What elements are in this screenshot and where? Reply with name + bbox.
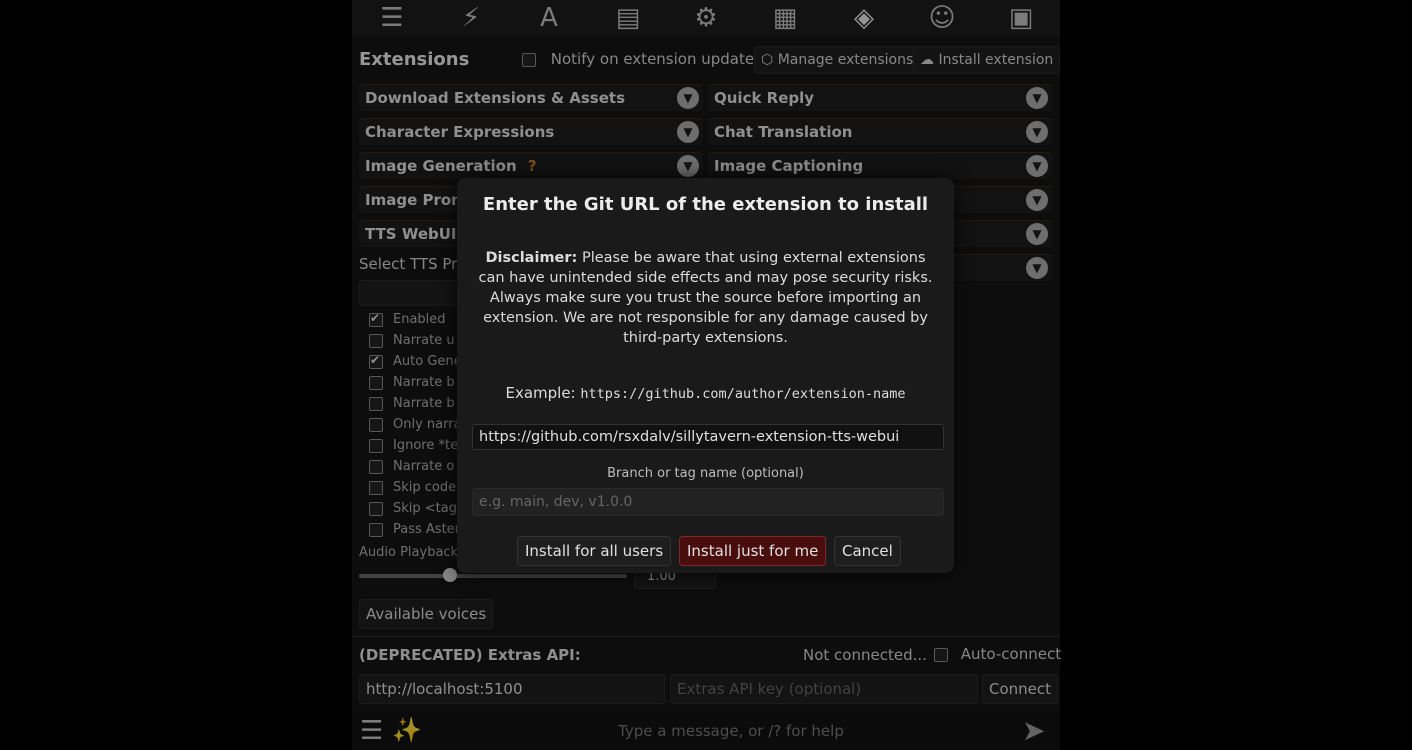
cancel-button[interactable]: Cancel	[834, 536, 901, 566]
disclaimer-text: Disclaimer: Please be aware that using e…	[477, 248, 934, 348]
example-url: https://github.com/author/extension-name	[580, 386, 906, 402]
example-line: Example: https://github.com/author/exten…	[457, 384, 954, 402]
install-all-users-button[interactable]: Install for all users	[517, 536, 672, 566]
example-label: Example:	[505, 384, 581, 402]
dialog-title: Enter the Git URL of the extension to in…	[482, 194, 929, 215]
git-url-input[interactable]: https://github.com/rsxdalv/sillytavern-e…	[472, 424, 944, 450]
install-just-for-me-button[interactable]: Install just for me	[679, 536, 827, 566]
branch-label: Branch or tag name (optional)	[607, 466, 804, 481]
branch-input[interactable]: e.g. main, dev, v1.0.0	[472, 488, 944, 516]
install-extension-dialog: Enter the Git URL of the extension to in…	[457, 178, 954, 573]
disclaimer-label: Disclaimer:	[485, 250, 578, 266]
